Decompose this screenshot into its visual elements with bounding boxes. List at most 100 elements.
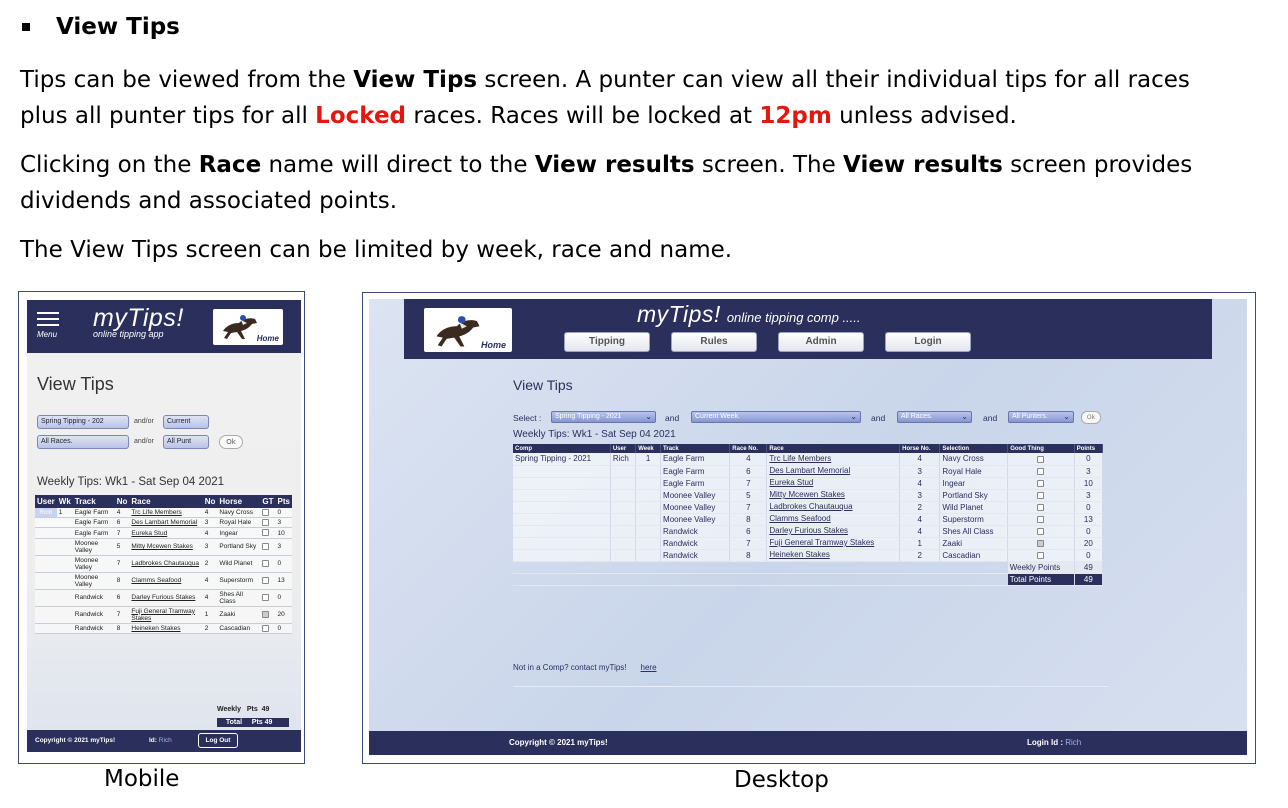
nav-admin-button[interactable]: Admin	[778, 332, 864, 352]
race-no-cell: 6	[729, 465, 768, 478]
good-thing-cell	[1007, 525, 1075, 538]
race-link[interactable]: Darley Furious Stakes	[129, 589, 203, 607]
good-thing-cell	[260, 606, 276, 624]
good-thing-checkbox[interactable]	[1037, 551, 1045, 559]
week-cell	[56, 555, 73, 573]
home-button[interactable]: Home	[213, 309, 283, 345]
good-thing-checkbox[interactable]	[262, 509, 270, 516]
nav-login-button[interactable]: Login	[885, 332, 971, 352]
race-link[interactable]: Ladbrokes Chautauqua	[129, 555, 203, 573]
week-cell	[635, 489, 662, 502]
race-link[interactable]: Heineken Stakes	[129, 623, 203, 634]
good-thing-cell	[260, 572, 276, 590]
race-link[interactable]: Fuji General Tramway Stakes	[129, 606, 203, 624]
user-cell	[35, 572, 57, 590]
good-thing-cell	[1007, 453, 1075, 466]
good-thing-checkbox[interactable]	[262, 624, 270, 632]
race-select[interactable]: All Races.	[37, 435, 129, 449]
desktop-footer: Copyright © 2021 myTips! Login Id : Rich	[369, 731, 1247, 755]
table-row: Rich 1 Eagle Farm 4 Trc Life Members 4 Navy Cr…	[35, 508, 292, 519]
here-link[interactable]: here	[641, 663, 657, 672]
track-cell: Moonee Valley	[72, 572, 115, 590]
good-thing-checkbox[interactable]	[262, 519, 270, 527]
paragraph-1: Tips can be viewed from the View Tips sc…	[20, 67, 1190, 129]
good-thing-checkbox[interactable]	[1037, 527, 1045, 535]
logout-button[interactable]: Log Out	[198, 733, 238, 748]
race-link[interactable]: Trc Life Members	[766, 453, 901, 466]
good-thing-checkbox[interactable]	[262, 529, 270, 537]
good-thing-checkbox[interactable]	[262, 594, 270, 602]
comp-cell	[513, 537, 611, 550]
race-select[interactable]: All Races. ⌄	[897, 411, 972, 423]
good-thing-cell	[1007, 489, 1075, 502]
horse-cell: Cascadian	[217, 623, 261, 634]
ok-button[interactable]: Ok	[1081, 411, 1101, 424]
column-header: Selection	[939, 444, 1009, 453]
good-thing-checkbox[interactable]	[1037, 467, 1045, 475]
selection-cell: Portland Sky	[939, 489, 1009, 502]
track-cell: Randwick	[660, 525, 731, 538]
race-link[interactable]: Eureka Stud	[766, 477, 901, 490]
ok-button[interactable]: Ok	[219, 435, 243, 449]
comp-select[interactable]: Spring Tipping - 202	[37, 415, 129, 429]
race-no-cell: 5	[114, 538, 130, 556]
race-link[interactable]: Fuji General Tramway Stakes	[766, 537, 901, 550]
table-row: Eagle Farm 6 Des Lambart Memorial 3 Royal Ha…	[513, 465, 1104, 478]
track-cell: Eagle Farm	[72, 508, 115, 519]
horse-no-cell: 3	[899, 465, 941, 478]
horse-no-cell: 4	[899, 513, 941, 526]
week-cell	[635, 549, 662, 562]
table-row: Moonee Valley 7 Ladbrokes Chautauqua 2 Wild …	[513, 501, 1104, 514]
chevron-down-icon: ⌄	[850, 412, 857, 421]
nav-rules-button[interactable]: Rules	[671, 332, 757, 352]
totals-value: 49	[1074, 573, 1104, 586]
home-button[interactable]: Home	[424, 308, 512, 352]
divider	[513, 686, 1109, 687]
race-link[interactable]: Clamms Seafood	[129, 572, 203, 590]
good-thing-checkbox[interactable]	[262, 577, 270, 585]
good-thing-checkbox[interactable]	[1037, 539, 1045, 547]
column-header: No	[202, 495, 218, 508]
totals-label: Weekly Points	[1007, 561, 1075, 574]
good-thing-checkbox[interactable]	[1037, 503, 1045, 511]
race-link[interactable]: Mitty Mcewen Stakes	[766, 489, 901, 502]
good-thing-checkbox[interactable]	[1037, 455, 1045, 463]
menu-button[interactable]: Menu	[37, 312, 61, 339]
race-link[interactable]: Des Lambart Memorial	[129, 517, 203, 529]
race-link[interactable]: Mitty Mcewen Stakes	[129, 538, 203, 556]
horse-cell: Shes All Class	[217, 589, 261, 607]
track-cell: Eagle Farm	[72, 517, 115, 529]
punter-select[interactable]: All Punt	[163, 435, 209, 449]
points-cell: 3	[1074, 489, 1104, 502]
race-link[interactable]: Darley Furious Stakes	[766, 525, 901, 538]
race-link[interactable]: Eureka Stud	[129, 527, 203, 539]
good-thing-checkbox[interactable]	[262, 611, 270, 619]
horse-no-cell: 4	[899, 477, 941, 490]
week-cell	[635, 525, 662, 538]
week-select[interactable]: Current Week. ⌄	[691, 411, 861, 423]
punter-select[interactable]: All Punters. ⌄	[1008, 411, 1074, 423]
page-title: View Tips	[37, 374, 114, 394]
race-link[interactable]: Clamms Seafood	[766, 513, 901, 526]
week-select[interactable]: Current	[163, 415, 209, 429]
mobile-header: Menu myTips! online tipping app Home	[27, 300, 301, 353]
good-thing-checkbox[interactable]	[1037, 491, 1045, 499]
comp-select[interactable]: Spring Tipping - 2021 ⌄	[551, 411, 656, 423]
week-cell	[56, 517, 73, 529]
table-row: Moonee Valley 8 Clamms Seafood 4 Superstorm 1…	[35, 572, 292, 590]
race-link[interactable]: Ladbrokes Chautauqua	[766, 501, 901, 514]
andor-label: and/or	[134, 438, 154, 445]
week-cell: 1	[56, 508, 73, 519]
points-cell: 3	[275, 538, 292, 556]
desktop-screenshot-frame: Home myTips! online tipping comp ..... Ti…	[362, 292, 1256, 764]
race-link[interactable]: Heineken Stakes	[766, 549, 901, 562]
good-thing-checkbox[interactable]	[1037, 515, 1045, 523]
points-cell: 10	[1074, 477, 1104, 490]
race-link[interactable]: Des Lambart Memorial	[766, 465, 901, 478]
good-thing-checkbox[interactable]	[262, 560, 270, 568]
good-thing-checkbox[interactable]	[262, 543, 270, 551]
good-thing-checkbox[interactable]	[1037, 479, 1045, 487]
user-cell	[610, 477, 637, 490]
nav-tipping-button[interactable]: Tipping	[564, 332, 650, 352]
race-link[interactable]: Trc Life Members	[129, 508, 203, 519]
